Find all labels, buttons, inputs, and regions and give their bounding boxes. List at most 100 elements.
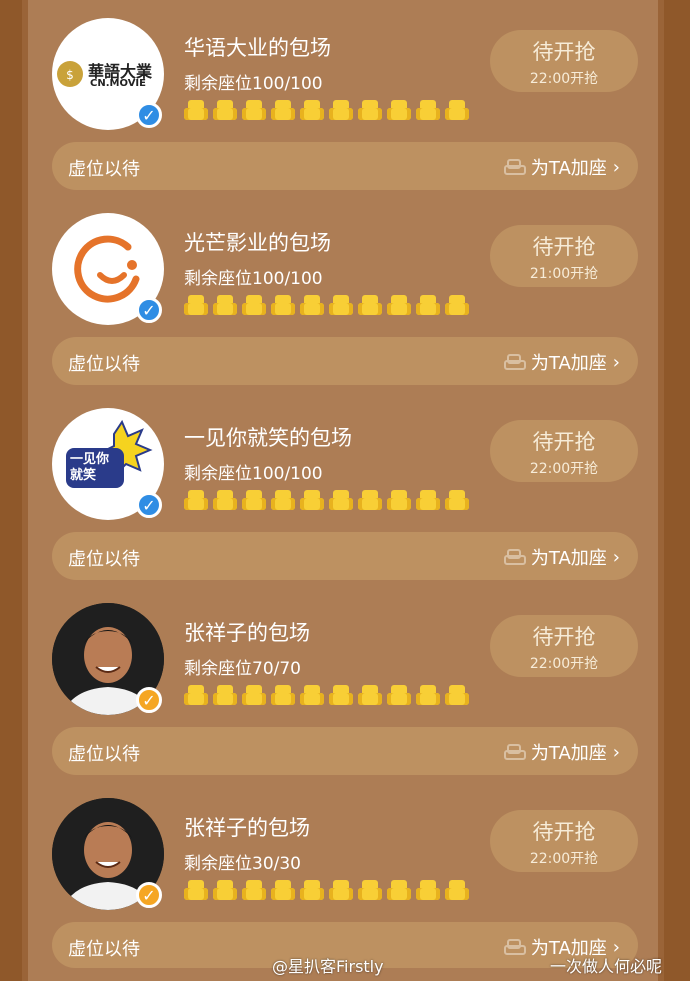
grab-button[interactable]: 待开抢 21:00开抢 [490, 225, 638, 287]
seat-icon [300, 880, 324, 900]
seat-icon [184, 490, 208, 510]
seat-icon [242, 295, 266, 315]
grab-status: 待开抢 [532, 40, 596, 64]
avatar-sub: CN.MOVIE [90, 78, 146, 89]
seat-icon [271, 880, 295, 900]
seats-remaining: 剩余座位70/70 [184, 659, 301, 679]
seats-remaining: 剩余座位100/100 [184, 74, 323, 94]
grab-button[interactable]: 待开抢 22:00开抢 [490, 30, 638, 92]
card-title: 光芒影业的包场 [184, 231, 331, 255]
card-hyd: $ 華語大業 CN.MOVIE ✓ 华语大业的包场 剩余座位100/100 待开… [52, 2, 638, 198]
seat-icon [329, 295, 353, 315]
seat-icon [387, 685, 411, 705]
seat-icon [271, 295, 295, 315]
seat-bar: 虚位以待 为TA加座 › [52, 142, 638, 190]
card-title: 华语大业的包场 [184, 36, 331, 60]
seat-row [184, 98, 469, 122]
seats-remaining: 剩余座位100/100 [184, 464, 323, 484]
grab-time: 22:00开抢 [529, 656, 599, 672]
seat-row [184, 878, 469, 902]
seat-icon [387, 880, 411, 900]
seat-icon [300, 490, 324, 510]
seat-icon [271, 685, 295, 705]
verified-icon: ✓ [136, 687, 162, 713]
card-gmyy: ✓ 光芒影业的包场 剩余座位100/100 待开抢 21:00开抢 虚位以待 为… [52, 197, 638, 393]
seat-icon [184, 880, 208, 900]
seat-icon [445, 295, 469, 315]
chevron-right-icon: › [612, 351, 620, 373]
add-seat-button[interactable]: 为TA加座 › [503, 739, 620, 765]
seat-icon [271, 100, 295, 120]
grab-button[interactable]: 待开抢 22:00开抢 [490, 420, 638, 482]
add-seat-button[interactable]: 为TA加座 › [503, 544, 620, 570]
seat-icon [300, 100, 324, 120]
add-seat-label: 为TA加座 [530, 353, 607, 374]
sofa-icon [503, 743, 526, 761]
seat-icon [445, 490, 469, 510]
svg-text:$: $ [66, 68, 74, 82]
seat-bar: 虚位以待 为TA加座 › [52, 532, 638, 580]
chevron-right-icon: › [612, 156, 620, 178]
seat-icon [358, 880, 382, 900]
seat-icon [184, 295, 208, 315]
seat-icon [329, 880, 353, 900]
seat-row [184, 488, 469, 512]
seat-icon [184, 100, 208, 120]
seat-icon [445, 880, 469, 900]
seat-bar: 虚位以待 为TA加座 › [52, 727, 638, 775]
watermark-secondary: 一次做人何必呢 [550, 957, 663, 976]
avatar-text: 一见你就笑 [70, 452, 110, 483]
card-yjnjx: 一见你就笑 ✓ 一见你就笑的包场 剩余座位100/100 待开抢 22:00开抢… [52, 392, 638, 588]
wait-label: 虚位以待 [68, 159, 140, 180]
card-title: 张祥子的包场 [184, 816, 310, 840]
seat-icon [416, 100, 440, 120]
wait-label: 虚位以待 [68, 354, 140, 375]
sofa-icon [503, 938, 526, 956]
seat-icon [242, 100, 266, 120]
seat-icon [242, 880, 266, 900]
sofa-icon [503, 548, 526, 566]
seat-icon [387, 295, 411, 315]
grab-time: 21:00开抢 [529, 266, 599, 282]
grab-status: 待开抢 [532, 235, 596, 259]
seat-icon [358, 685, 382, 705]
seat-icon [445, 685, 469, 705]
sofa-icon [503, 158, 526, 176]
seat-icon [184, 685, 208, 705]
add-seat-label: 为TA加座 [530, 158, 607, 179]
add-seat-button[interactable]: 为TA加座 › [503, 154, 620, 180]
seat-icon [416, 880, 440, 900]
card-title: 张祥子的包场 [184, 621, 310, 645]
seat-row [184, 683, 469, 707]
seat-icon [213, 100, 237, 120]
add-seat-button[interactable]: 为TA加座 › [503, 349, 620, 375]
seat-icon [300, 685, 324, 705]
seat-icon [242, 490, 266, 510]
seat-icon [445, 100, 469, 120]
seat-icon [358, 490, 382, 510]
grab-button[interactable]: 待开抢 22:00开抢 [490, 615, 638, 677]
card-zxz-2: ✓ 张祥子的包场 剩余座位30/30 待开抢 22:00开抢 虚位以待 为TA加… [52, 782, 638, 978]
seat-icon [358, 100, 382, 120]
seat-icon [329, 100, 353, 120]
seat-icon [416, 295, 440, 315]
seat-icon [213, 880, 237, 900]
seat-icon [271, 490, 295, 510]
seat-icon [242, 685, 266, 705]
sofa-icon [503, 353, 526, 371]
seat-icon [358, 295, 382, 315]
card-zxz-1: ✓ 张祥子的包场 剩余座位70/70 待开抢 22:00开抢 虚位以待 为TA加… [52, 587, 638, 783]
grab-time: 22:00开抢 [529, 851, 599, 867]
seat-icon [416, 490, 440, 510]
seat-icon [213, 685, 237, 705]
seat-icon [329, 490, 353, 510]
verified-icon: ✓ [136, 297, 162, 323]
verified-icon: ✓ [136, 492, 162, 518]
seat-icon [213, 490, 237, 510]
grab-button[interactable]: 待开抢 22:00开抢 [490, 810, 638, 872]
seat-bar: 虚位以待 为TA加座 › [52, 337, 638, 385]
seat-icon [416, 685, 440, 705]
chevron-right-icon: › [612, 741, 620, 763]
grab-time: 22:00开抢 [529, 71, 599, 87]
seat-row [184, 293, 469, 317]
